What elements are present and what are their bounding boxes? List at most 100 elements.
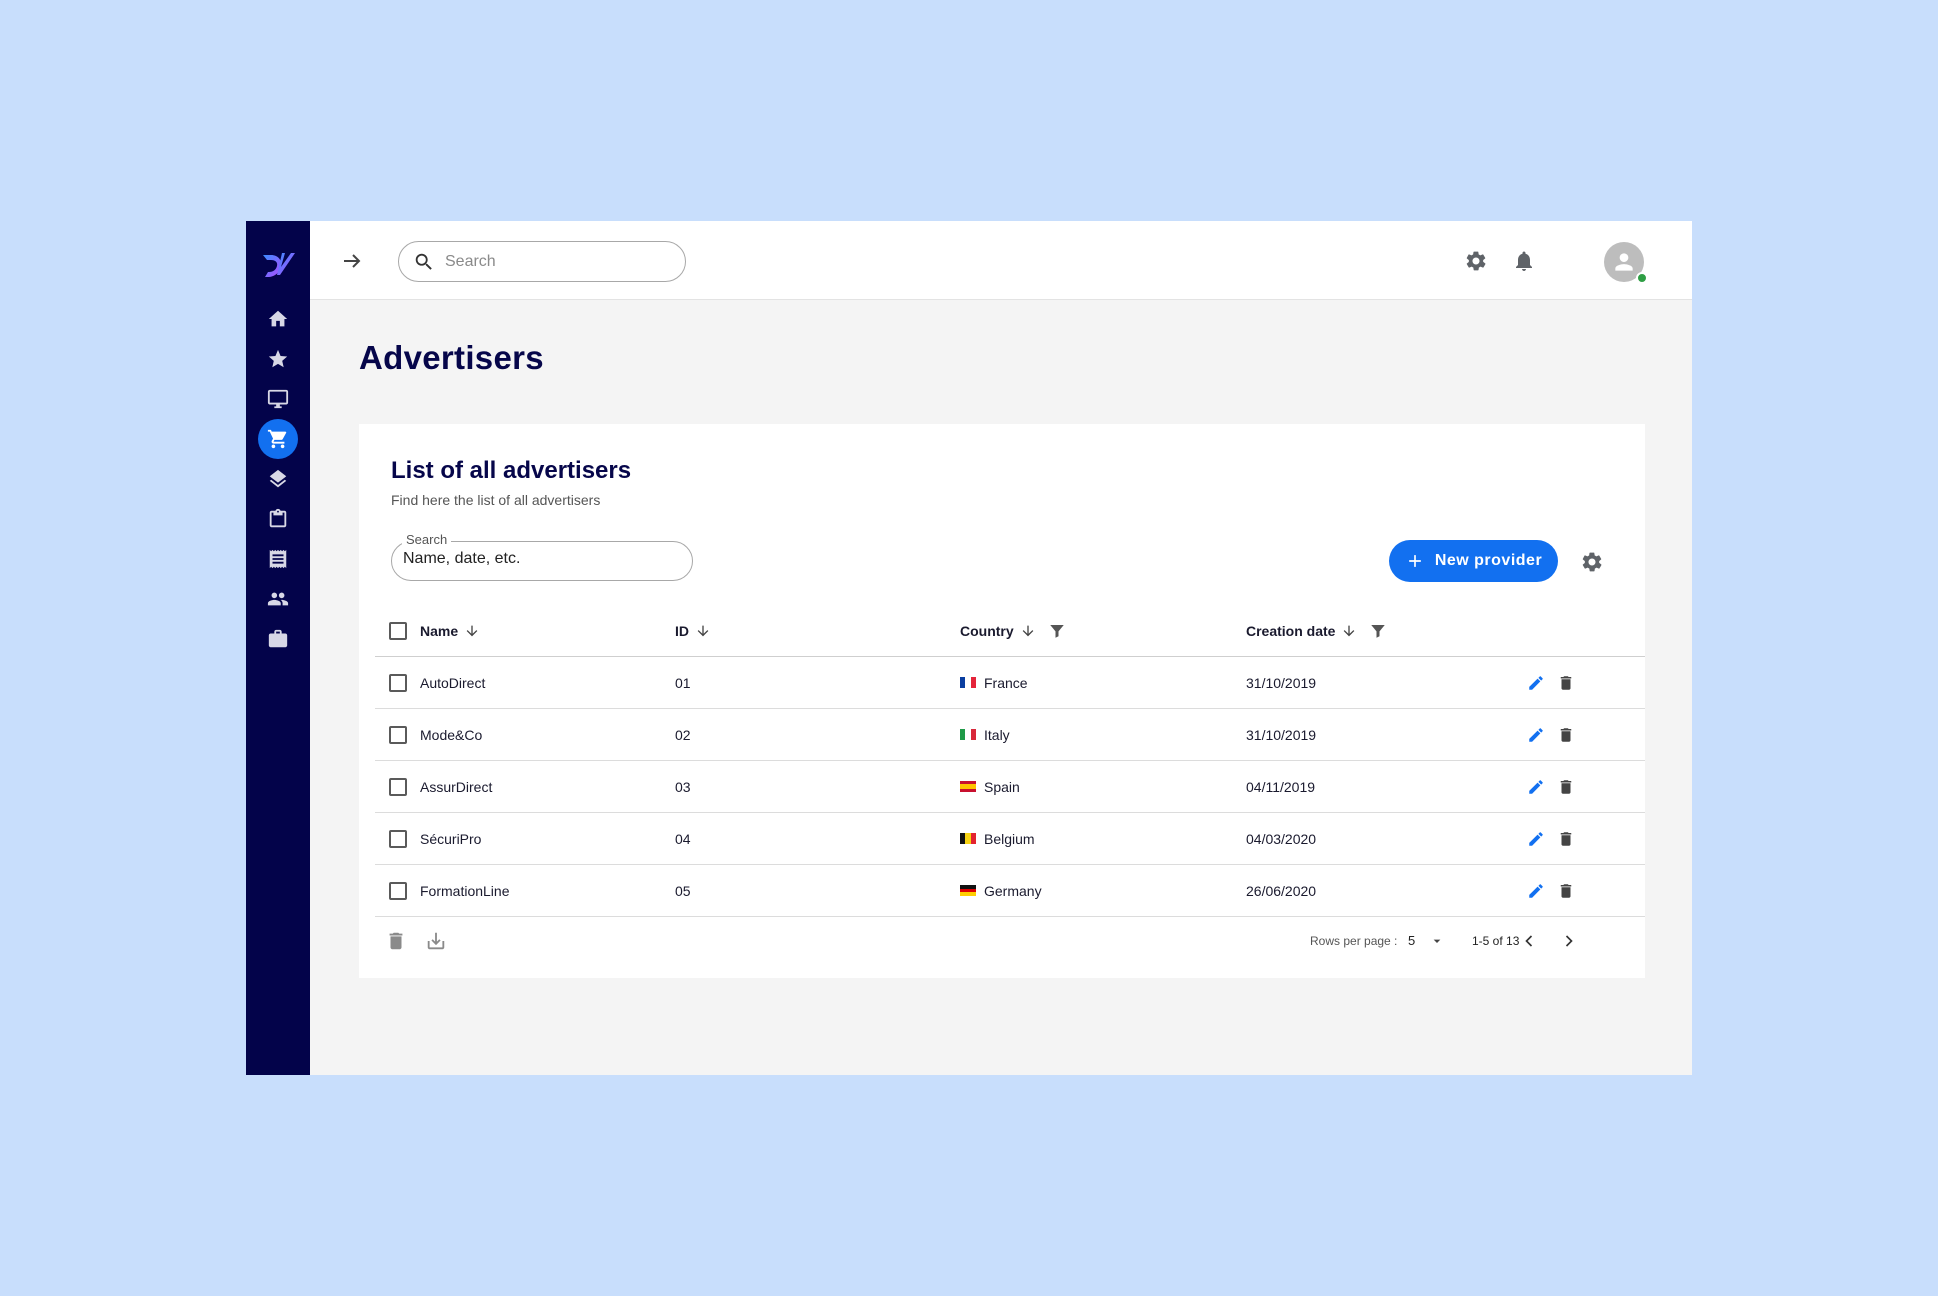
sidebar-item-receipt[interactable]	[258, 539, 298, 579]
sidebar-item-clipboard[interactable]	[258, 499, 298, 539]
table-search-field[interactable]: Search	[391, 532, 693, 581]
row-checkbox[interactable]	[389, 673, 407, 692]
sidebar-item-briefcase[interactable]	[258, 619, 298, 659]
filter-icon[interactable]	[1048, 622, 1066, 640]
briefcase-icon	[268, 629, 288, 648]
column-header-name-label: Name	[420, 622, 459, 639]
cell-id: 01	[675, 674, 691, 691]
settings-button[interactable]	[1464, 249, 1488, 273]
table-header-row: Name ID Country Creation date	[375, 605, 1645, 657]
arrow-right-icon	[344, 254, 361, 268]
cell-id: 02	[675, 726, 691, 743]
rows-per-page-label: Rows per page :	[1310, 934, 1398, 948]
sidebar	[246, 221, 310, 1075]
advertisers-card: List of all advertisers Find here the li…	[359, 424, 1645, 978]
column-header-name[interactable]: Name	[420, 605, 480, 656]
cell-country: Italy	[960, 709, 1010, 760]
trash-icon[interactable]	[1555, 672, 1577, 694]
star-icon	[268, 349, 288, 368]
trash-icon[interactable]	[1555, 724, 1577, 746]
flag-belgium-icon	[960, 833, 976, 844]
column-header-id-label: ID	[675, 622, 689, 639]
next-page-button[interactable]	[1559, 931, 1579, 951]
row-checkbox[interactable]	[389, 777, 407, 796]
sidebar-item-home[interactable]	[258, 299, 298, 339]
edit-icon[interactable]	[1525, 672, 1547, 694]
sort-arrow-down-icon[interactable]	[1020, 623, 1036, 639]
row-actions	[1525, 709, 1577, 760]
column-header-country-label: Country	[960, 622, 1014, 639]
card-title: List of all advertisers	[391, 457, 632, 484]
cell-date: 31/10/2019	[1246, 726, 1317, 743]
receipt-icon	[269, 549, 287, 569]
edit-icon[interactable]	[1525, 880, 1547, 902]
clipboard-icon	[269, 508, 287, 528]
table-footer: Rows per page : 5 1-5 of 13	[359, 920, 1645, 962]
edit-icon[interactable]	[1525, 776, 1547, 798]
column-header-creation-date[interactable]: Creation date	[1246, 605, 1387, 656]
trash-icon[interactable]	[1555, 880, 1577, 902]
sidebar-item-display[interactable]	[258, 379, 298, 419]
column-header-id[interactable]: ID	[675, 605, 711, 656]
sort-arrow-down-icon[interactable]	[695, 623, 711, 639]
sidebar-item-people[interactable]	[258, 579, 298, 619]
cell-name: Mode&Co	[420, 726, 483, 743]
table-search-input[interactable]	[403, 550, 673, 568]
cell-country: Spain	[960, 761, 1020, 812]
topbar	[310, 221, 1692, 300]
table-row[interactable]: AutoDirect 01 France 31/10/2019	[375, 657, 1645, 709]
user-icon	[1615, 253, 1633, 271]
gear-icon	[1466, 251, 1486, 271]
sort-arrow-down-icon[interactable]	[1341, 623, 1357, 639]
cell-name: AssurDirect	[420, 778, 493, 795]
new-provider-label: New provider	[1434, 552, 1543, 569]
select-all-checkbox[interactable]	[389, 621, 407, 640]
cell-id: 05	[675, 882, 691, 899]
edit-icon[interactable]	[1525, 724, 1547, 746]
new-provider-button[interactable]: New provider	[1389, 540, 1558, 582]
pagination-range: 1-5 of 13	[1472, 934, 1520, 948]
row-checkbox[interactable]	[389, 881, 407, 900]
table-settings-button[interactable]	[1580, 550, 1604, 574]
plus-icon	[1408, 555, 1421, 567]
cell-date: 04/11/2019	[1246, 778, 1316, 795]
sidebar-item-favorites[interactable]	[258, 339, 298, 379]
caret-down-icon[interactable]	[1429, 933, 1445, 949]
table-search-label: Search	[402, 532, 452, 547]
bulk-delete-button[interactable]	[385, 930, 407, 952]
row-actions	[1525, 657, 1577, 708]
filter-icon[interactable]	[1369, 622, 1387, 640]
app-logo[interactable]	[260, 247, 296, 281]
cell-id: 03	[675, 778, 691, 795]
notifications-button[interactable]	[1512, 249, 1536, 273]
cell-date: 04/03/2020	[1246, 830, 1317, 847]
cell-date: 31/10/2019	[1246, 674, 1317, 691]
table-row[interactable]: FormationLine 05 Germany 26/06/2020	[375, 865, 1645, 917]
expand-sidebar-button[interactable]	[340, 249, 364, 273]
trash-icon[interactable]	[1555, 828, 1577, 850]
sidebar-item-cart[interactable]	[258, 419, 298, 459]
trash-icon[interactable]	[1555, 776, 1577, 798]
rows-per-page-select[interactable]: 5	[1408, 933, 1415, 948]
cell-name: FormationLine	[420, 882, 510, 899]
row-checkbox[interactable]	[389, 829, 407, 848]
edit-icon[interactable]	[1525, 828, 1547, 850]
trash-icon	[389, 932, 403, 950]
sort-arrow-down-icon[interactable]	[464, 623, 480, 639]
global-search[interactable]	[398, 241, 686, 282]
cell-country-label: Germany	[984, 882, 1042, 899]
table-row[interactable]: SécuriPro 04 Belgium 04/03/2020	[375, 813, 1645, 865]
column-header-country[interactable]: Country	[960, 605, 1066, 656]
sidebar-item-layers[interactable]	[258, 459, 298, 499]
online-status-dot	[1636, 272, 1648, 284]
row-actions	[1525, 813, 1577, 864]
advertisers-table: Name ID Country Creation date AutoDirect…	[375, 605, 1645, 917]
table-row[interactable]: AssurDirect 03 Spain 04/11/2019	[375, 761, 1645, 813]
row-checkbox[interactable]	[389, 725, 407, 744]
cell-name: AutoDirect	[420, 674, 486, 691]
export-button[interactable]	[425, 930, 447, 952]
previous-page-button[interactable]	[1519, 931, 1539, 951]
table-row[interactable]: Mode&Co 02 Italy 31/10/2019	[375, 709, 1645, 761]
global-search-input[interactable]	[445, 252, 665, 271]
download-icon	[427, 932, 445, 950]
